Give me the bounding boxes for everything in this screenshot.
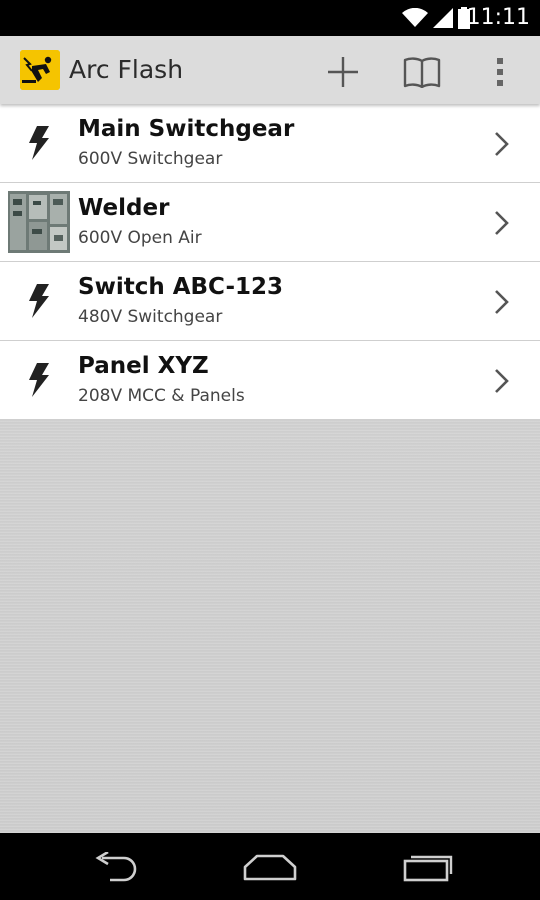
back-arrow-icon — [95, 852, 137, 882]
status-icons — [402, 6, 470, 30]
add-button[interactable] — [321, 50, 365, 94]
list-item-leading — [0, 104, 78, 182]
book-icon — [403, 57, 441, 88]
list-item-welder[interactable]: Welder 600V Open Air — [0, 183, 540, 262]
lightning-bolt-icon — [29, 363, 49, 397]
overflow-menu-button[interactable] — [478, 50, 522, 94]
list-item-panel-xyz[interactable]: Panel XYZ 208V MCC & Panels — [0, 341, 540, 420]
list-item-title: Panel XYZ — [78, 353, 209, 379]
back-button[interactable] — [83, 847, 143, 887]
status-clock: 11:11 — [466, 5, 530, 30]
recent-apps-icon — [403, 855, 453, 882]
chevron-right-icon — [495, 211, 509, 235]
arc-flash-warning-icon — [20, 50, 60, 90]
list-item-title: Main Switchgear — [78, 116, 295, 142]
list-item-leading — [0, 262, 78, 340]
overflow-menu-icon — [497, 58, 503, 86]
app-logo-icon[interactable] — [20, 50, 60, 90]
system-navigation-bar — [0, 833, 540, 900]
list-item-title: Welder — [78, 195, 170, 221]
chevron-right-icon — [495, 132, 509, 156]
lightning-bolt-icon — [29, 284, 49, 318]
status-bar: 11:11 — [0, 0, 540, 36]
lightning-bolt-icon — [29, 126, 49, 160]
list-item-subtitle: 208V MCC & Panels — [78, 386, 245, 406]
wifi-icon — [402, 8, 428, 27]
chevron-right-icon — [495, 369, 509, 393]
equipment-list: Main Switchgear 600V Switchgear Welder 6… — [0, 104, 540, 420]
list-item-subtitle: 600V Open Air — [78, 228, 202, 248]
chevron-right-icon — [495, 290, 509, 314]
list-item-switch-abc-123[interactable]: Switch ABC-123 480V Switchgear — [0, 262, 540, 341]
recent-apps-button[interactable] — [399, 847, 459, 887]
home-button[interactable] — [240, 847, 300, 887]
plus-icon — [328, 57, 358, 87]
list-item-subtitle: 600V Switchgear — [78, 149, 223, 169]
reference-book-button[interactable] — [400, 50, 444, 94]
app-title: Arc Flash — [69, 55, 184, 84]
action-bar: Arc Flash — [0, 36, 540, 104]
list-item-main-switchgear[interactable]: Main Switchgear 600V Switchgear — [0, 104, 540, 183]
list-item-leading — [0, 341, 78, 419]
equipment-photo-thumbnail — [8, 191, 70, 253]
list-item-title: Switch ABC-123 — [78, 274, 284, 300]
content-area: Main Switchgear 600V Switchgear Welder 6… — [0, 104, 540, 833]
list-item-subtitle: 480V Switchgear — [78, 307, 223, 327]
home-icon — [243, 854, 297, 881]
cell-signal-icon — [433, 8, 453, 28]
